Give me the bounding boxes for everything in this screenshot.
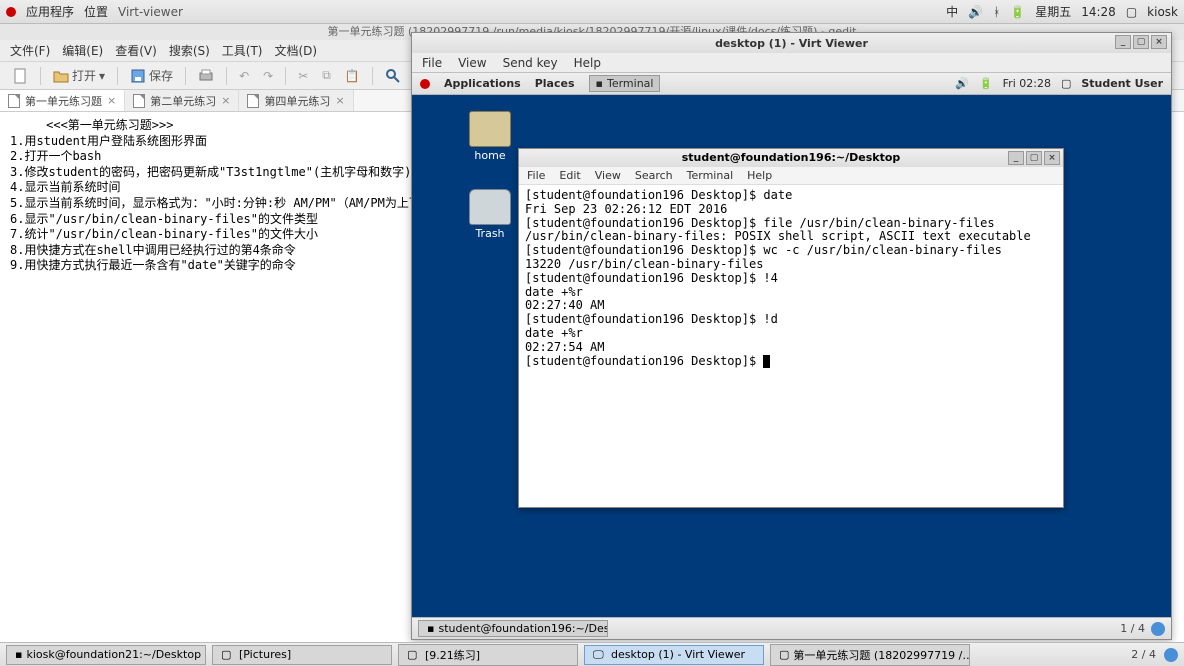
terminal-menu-edit[interactable]: Edit [559,169,580,182]
tab-unit4[interactable]: 第四单元练习× [239,90,353,111]
gedit-menu-search[interactable]: 搜索(S) [169,42,210,59]
task-921[interactable]: ▢[9.21练习] [398,644,578,666]
close-icon[interactable]: × [107,94,116,107]
doc-icon [133,94,145,108]
clock-time[interactable]: 14:28 [1081,5,1116,19]
virt-menu-view[interactable]: View [458,56,486,70]
gedit-menu-view[interactable]: 查看(V) [115,42,157,59]
terminal-titlebar[interactable]: student@foundation196:~/Desktop _ ▢ × [519,149,1063,167]
close-icon[interactable]: × [221,94,230,107]
cursor [763,355,770,368]
ime-indicator[interactable]: 中 [946,3,958,20]
maximize-button[interactable]: ▢ [1026,151,1042,165]
close-icon[interactable]: × [335,94,344,107]
cut-button[interactable]: ✂ [294,67,312,85]
copy-button[interactable]: ⧉ [318,66,335,85]
outer-bottombar: ▪kiosk@foundation21:~/Desktop ▢[Pictures… [0,642,1184,666]
close-button[interactable]: × [1151,35,1167,49]
find-button[interactable] [381,66,405,86]
minimize-button[interactable]: _ [1115,35,1131,49]
minimize-button[interactable]: _ [1008,151,1024,165]
inner-menu-applications[interactable]: Applications [444,77,521,90]
virt-menubar: File View Send key Help [412,53,1171,73]
virt-menu-sendkey[interactable]: Send key [503,56,558,70]
inner-desktop[interactable]: home Trash student@foundation196:~/Deskt… [412,95,1171,617]
outer-topbar: 应用程序 位置 Virt-viewer 中 🔊 ᚼ 🔋 星期五 14:28 ▢ … [0,0,1184,24]
user-menu[interactable]: kiosk [1147,5,1178,19]
task-virtviewer[interactable]: 🖵desktop (1) - Virt Viewer [584,645,764,665]
menu-applications[interactable]: 应用程序 [26,3,74,20]
inner-topbar: Applications Places ▪ Terminal 🔊 🔋 Fri 0… [412,73,1171,95]
inner-terminal-window: student@foundation196:~/Desktop _ ▢ × Fi… [518,148,1064,508]
trash-icon[interactable]: Trash [460,189,520,240]
volume-icon[interactable]: 🔊 [968,5,983,19]
tab-unit2[interactable]: 第二单元练习× [125,90,239,111]
inner-clock[interactable]: Fri 02:28 [1003,77,1051,90]
task-terminal[interactable]: ▪kiosk@foundation21:~/Desktop [6,645,206,665]
terminal-body[interactable]: [student@foundation196 Desktop]$ date Fr… [519,185,1063,372]
gedit-menu-documents[interactable]: 文档(D) [275,42,318,59]
folder-icon: ▢ [407,648,421,662]
show-desktop-icon[interactable] [1151,622,1165,636]
menu-places[interactable]: 位置 [84,3,108,20]
clock-day[interactable]: 星期五 [1035,3,1071,20]
virt-menu-file[interactable]: File [422,56,442,70]
new-doc-button[interactable] [8,66,32,86]
doc-icon [8,94,20,108]
terminal-icon: ▪ [427,622,434,635]
paste-button[interactable]: 📋 [341,67,364,85]
terminal-menu-file[interactable]: File [527,169,545,182]
redhat-icon [420,79,430,89]
redo-button[interactable]: ↷ [259,67,277,85]
task-pictures[interactable]: ▢[Pictures] [212,645,392,665]
workspace-indicator[interactable]: 1 / 4 [1120,622,1145,635]
terminal-icon: ▪ [596,77,603,90]
terminal-menu-help[interactable]: Help [747,169,772,182]
terminal-menubar: File Edit View Search Terminal Help [519,167,1063,185]
home-folder-icon[interactable]: home [460,111,520,162]
bluetooth-icon[interactable]: ᚼ [993,5,1000,19]
terminal-menu-search[interactable]: Search [635,169,673,182]
doc-icon [247,94,259,108]
menu-virtviewer[interactable]: Virt-viewer [118,5,183,19]
battery-icon[interactable]: 🔋 [1010,5,1025,19]
tab-unit1[interactable]: 第一单元练习题× [0,90,125,111]
inner-bottombar: ▪ student@foundation196:~/Desk... 1 / 4 [412,617,1171,639]
show-desktop-icon[interactable] [1164,648,1178,662]
save-button[interactable]: 保存 [126,65,177,86]
print-button[interactable] [194,66,218,86]
inner-menu-places[interactable]: Places [535,77,575,90]
task-gedit[interactable]: ▢第一单元练习题 (18202997719 /… [770,644,970,666]
terminal-icon: ▪ [15,648,22,662]
maximize-button[interactable]: ▢ [1133,35,1149,49]
inner-task-terminal[interactable]: ▪ student@foundation196:~/Desk... [418,620,608,637]
terminal-menu-view[interactable]: View [595,169,621,182]
folder-icon: ▢ [221,648,235,662]
gedit-menu-tools[interactable]: 工具(T) [222,42,263,59]
gedit-menu-file[interactable]: 文件(F) [10,42,50,59]
user-icon: ▢ [1061,77,1071,90]
volume-icon[interactable]: 🔊 [955,77,969,90]
inner-menu-terminal[interactable]: ▪ Terminal [589,75,661,92]
terminal-menu-terminal[interactable]: Terminal [687,169,734,182]
virt-viewer-window: desktop (1) - Virt Viewer _ ▢ × File Vie… [411,32,1172,640]
gedit-menu-edit[interactable]: 编辑(E) [62,42,103,59]
undo-button[interactable]: ↶ [235,67,253,85]
doc-icon: ▢ [779,648,789,662]
user-icon: ▢ [1126,5,1137,19]
inner-user-menu[interactable]: Student User [1081,77,1163,90]
virt-titlebar[interactable]: desktop (1) - Virt Viewer _ ▢ × [412,33,1171,53]
redhat-icon [6,7,16,17]
open-button[interactable]: 打开 ▾ [49,65,109,86]
virt-menu-help[interactable]: Help [574,56,601,70]
workspace-indicator[interactable]: 2 / 4 [1131,648,1156,661]
display-icon: 🖵 [593,648,607,662]
close-button[interactable]: × [1044,151,1060,165]
battery-icon[interactable]: 🔋 [979,77,993,90]
